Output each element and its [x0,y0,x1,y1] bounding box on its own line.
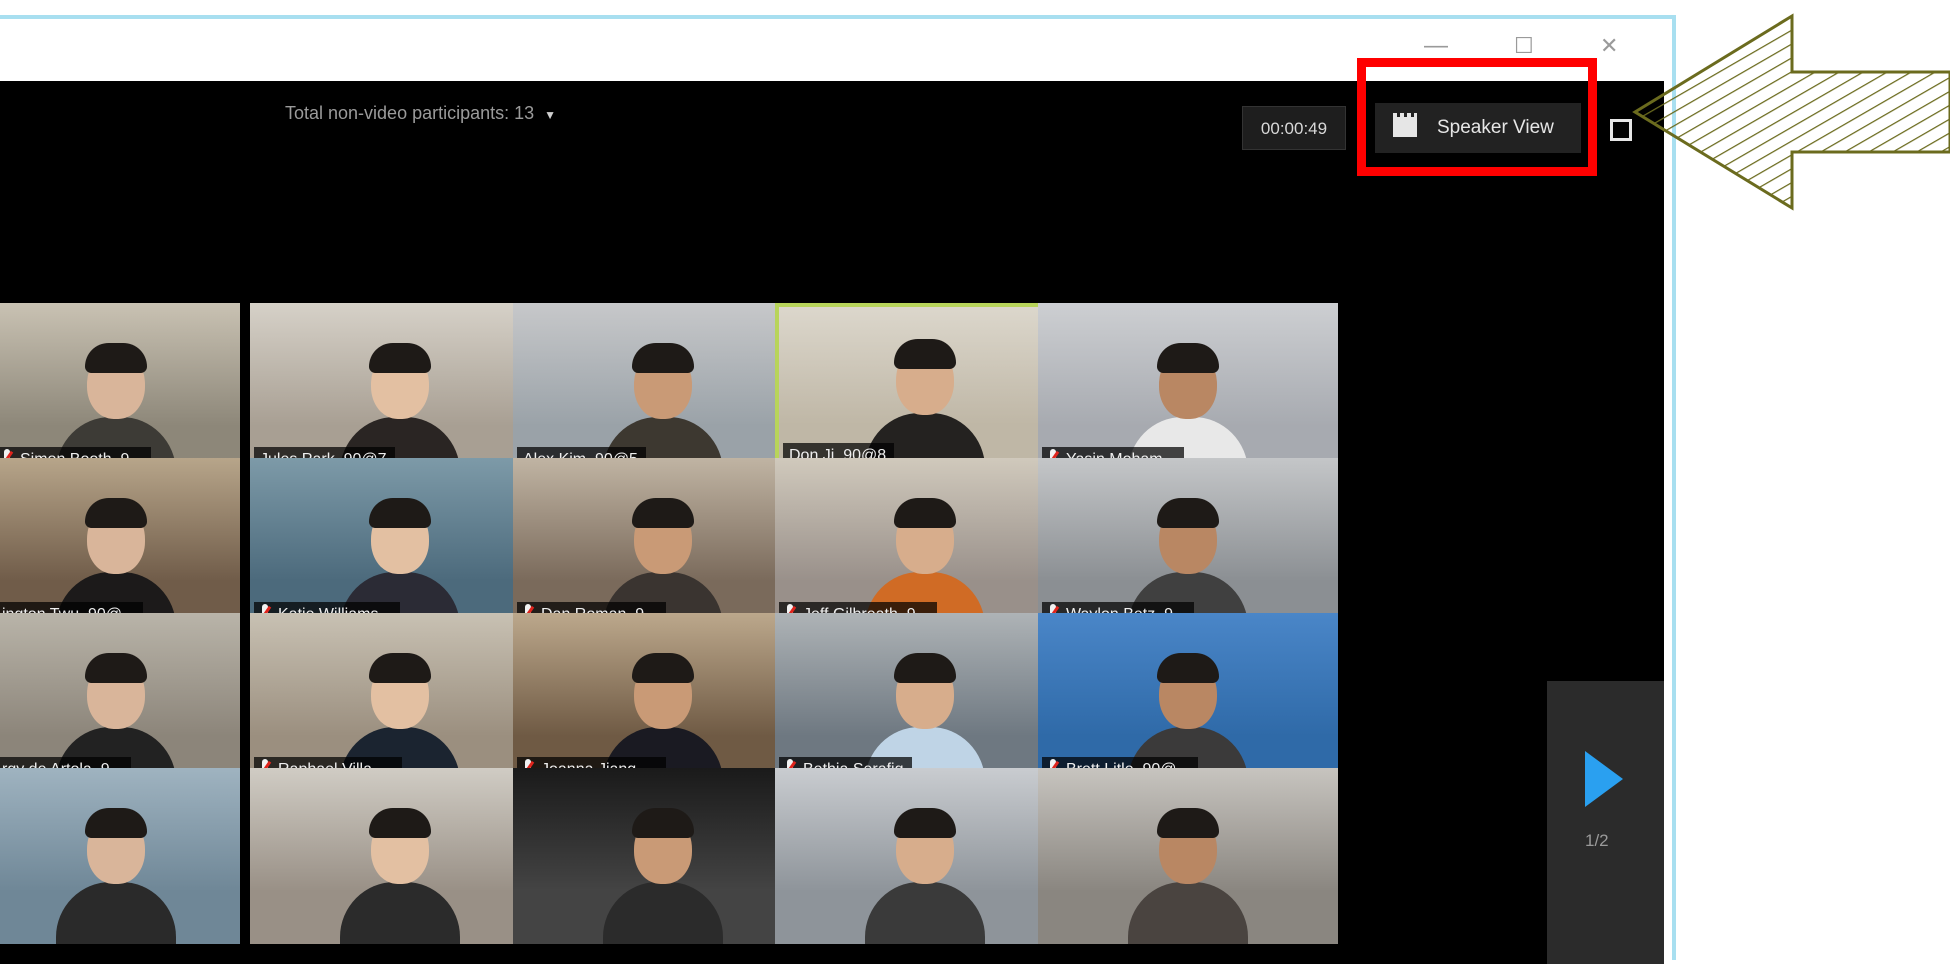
highlight-box [1357,58,1597,176]
participant-tile[interactable]: Bethia Serafig [775,613,1075,789]
participant-silhouette [603,804,723,944]
participant-silhouette [1128,804,1248,944]
close-button[interactable]: ✕ [1600,31,1618,61]
participant-tile[interactable]: Yasin Moham... [1038,303,1338,479]
participant-tile[interactable]: Jeff Gilbreath, 9... [775,458,1075,634]
participant-tile[interactable] [250,768,550,944]
participant-silhouette [865,804,985,944]
participant-tile[interactable] [513,768,813,944]
minimize-button[interactable]: — [1424,31,1448,61]
meeting-video-area: Total non-video participants: 13 ▼ 00:00:… [0,81,1664,964]
participant-silhouette [340,804,460,944]
participant-tile[interactable]: Joanna Jiang, ... [513,613,813,789]
participant-tile[interactable]: Raphael Villa, ... [250,613,550,789]
participant-tile[interactable]: Brett Litle, 90@... [1038,613,1338,789]
chevron-down-icon: ▼ [544,108,557,122]
participant-tile[interactable] [0,768,240,944]
page-indicator: 1/2 [1585,831,1609,850]
participants-dropdown[interactable]: Total non-video participants: 13 ▼ [285,103,556,124]
participant-tile[interactable]: Alex Kim, 90@5 [513,303,813,479]
maximize-button[interactable]: ☐ [1514,31,1534,61]
participant-tile[interactable]: Waylon Betz, 9... [1038,458,1338,634]
participants-count-label: Total non-video participants: 13 [285,103,535,123]
fullscreen-icon[interactable] [1610,119,1632,141]
participant-tile[interactable]: Dan Roman, 9... [513,458,813,634]
annotation-arrow-icon [1632,13,1950,211]
play-arrow-icon [1585,751,1623,807]
meeting-timer: 00:00:49 [1242,106,1346,150]
participant-tile[interactable] [775,768,1075,944]
participant-tile[interactable]: Jules Park, 90@7 [250,303,550,479]
participant-silhouette [56,804,176,944]
participant-tile[interactable]: ington Twu, 90@... [0,458,240,634]
participant-tile[interactable]: Katie Williams... [250,458,550,634]
participant-tile[interactable] [1038,768,1338,944]
participant-tile[interactable]: Don Ji, 90@8 [775,303,1075,479]
next-page-button[interactable]: 1/2 [1547,681,1664,964]
participant-tile[interactable]: Simon Booth, 9... [0,303,240,479]
participant-tile[interactable]: rgy de Artola, 9... [0,613,240,789]
